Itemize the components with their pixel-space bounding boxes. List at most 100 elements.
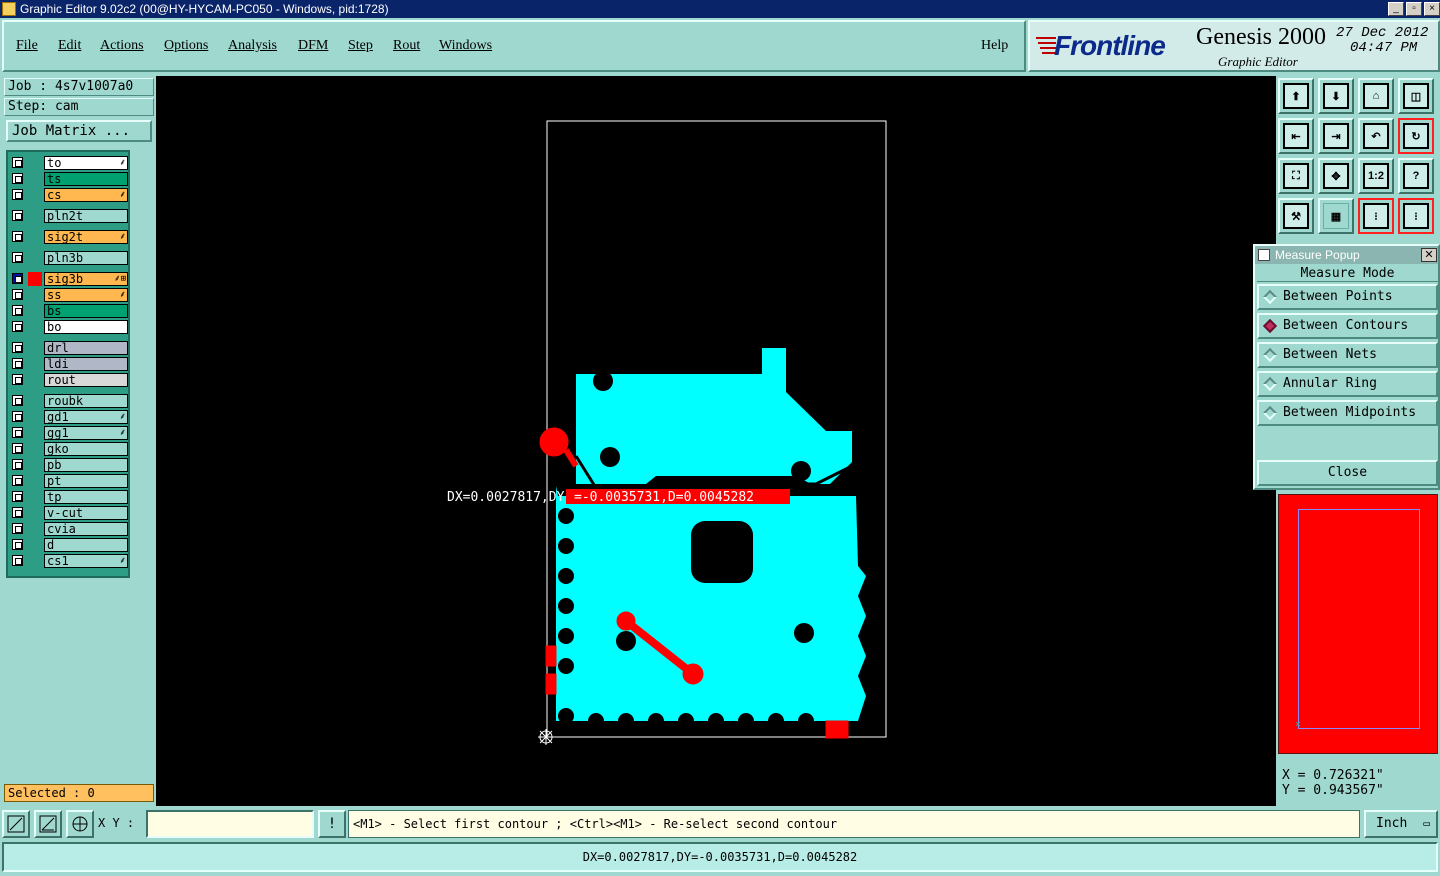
layer-checkbox[interactable] bbox=[12, 157, 23, 168]
exclaim-button[interactable]: ! bbox=[318, 810, 346, 838]
layer-name[interactable]: pln2t bbox=[44, 209, 128, 223]
layer-row[interactable]: ldi bbox=[10, 357, 128, 371]
overview-map[interactable]: × bbox=[1278, 494, 1438, 754]
layer-checkbox[interactable] bbox=[12, 491, 23, 502]
layer-row[interactable]: to ⸙ bbox=[10, 156, 128, 170]
layer-row[interactable]: gko bbox=[10, 442, 128, 456]
measure-option-between-nets[interactable]: Between Nets bbox=[1257, 342, 1438, 368]
split-view-button[interactable]: ◫ bbox=[1398, 78, 1434, 114]
maximize-button[interactable]: ▫ bbox=[1406, 2, 1422, 16]
close-button[interactable]: Close bbox=[1257, 460, 1438, 486]
menu-edit[interactable]: Edit bbox=[58, 38, 81, 54]
layer-row[interactable]: rout bbox=[10, 373, 128, 387]
pan-left-button[interactable]: ⇤ bbox=[1278, 118, 1314, 154]
scale-1to2-button[interactable]: 1:2 bbox=[1358, 158, 1394, 194]
layer-row[interactable]: ts bbox=[10, 172, 128, 186]
layer-name[interactable]: ldi bbox=[44, 357, 128, 371]
layer-row[interactable]: cs ⸙ bbox=[10, 188, 128, 202]
menu-options[interactable]: Options bbox=[164, 38, 208, 54]
measure-option-annular-ring[interactable]: Annular Ring bbox=[1257, 371, 1438, 397]
layer-checkbox[interactable] bbox=[12, 342, 23, 353]
layer-name[interactable]: bs bbox=[44, 304, 128, 318]
layer-name[interactable]: cs1 bbox=[44, 554, 128, 568]
layer-row[interactable]: sig2t ⸙ bbox=[10, 230, 128, 244]
tools-button[interactable]: ⚒ bbox=[1278, 198, 1314, 234]
menu-windows[interactable]: Windows bbox=[439, 38, 492, 54]
layer-checkbox[interactable] bbox=[12, 358, 23, 369]
layer-checkbox[interactable] bbox=[12, 539, 23, 550]
layer-name[interactable]: pb bbox=[44, 458, 128, 472]
menu-analysis[interactable]: Analysis bbox=[228, 38, 277, 54]
layer-checkbox[interactable] bbox=[12, 189, 23, 200]
layer-checkbox[interactable] bbox=[12, 289, 23, 300]
layer-checkbox[interactable] bbox=[12, 523, 23, 534]
layer-checkbox[interactable] bbox=[12, 475, 23, 486]
layers-red-alt-button[interactable]: ⁝ bbox=[1398, 198, 1434, 234]
layer-checkbox[interactable] bbox=[12, 252, 23, 263]
angle-snap-icon[interactable] bbox=[34, 810, 62, 838]
layer-row[interactable]: roubk bbox=[10, 394, 128, 408]
layer-checkbox[interactable] bbox=[12, 459, 23, 470]
layer-row[interactable]: gg1 ⸙ bbox=[10, 426, 128, 440]
measure-option-between-contours[interactable]: Between Contours bbox=[1257, 313, 1438, 339]
measure-option-between-points[interactable]: Between Points bbox=[1257, 284, 1438, 310]
menu-step[interactable]: Step bbox=[348, 38, 373, 54]
layer-row[interactable]: d bbox=[10, 538, 128, 552]
layer-name[interactable]: ts bbox=[44, 172, 128, 186]
layer-name[interactable]: pt bbox=[44, 474, 128, 488]
layer-row[interactable]: cvia bbox=[10, 522, 128, 536]
layer-checkbox[interactable] bbox=[12, 305, 23, 316]
help-button[interactable]: ? bbox=[1398, 158, 1434, 194]
layer-name[interactable]: ss bbox=[44, 288, 128, 302]
layer-row[interactable]: tp bbox=[10, 490, 128, 504]
layer-name[interactable]: gg1 bbox=[44, 426, 128, 440]
layer-checkbox[interactable] bbox=[12, 210, 23, 221]
layer-name[interactable]: gd1 bbox=[44, 410, 128, 424]
layer-row[interactable]: v-cut bbox=[10, 506, 128, 520]
grid-snap-icon[interactable] bbox=[66, 810, 94, 838]
layer-checkbox[interactable] bbox=[12, 555, 23, 566]
layer-row[interactable]: pt bbox=[10, 474, 128, 488]
layer-row[interactable]: ss ⸙ bbox=[10, 288, 128, 302]
grid-button[interactable]: ▦ bbox=[1318, 198, 1354, 234]
xy-input[interactable] bbox=[146, 810, 314, 838]
layer-name[interactable]: rout bbox=[44, 373, 128, 387]
layer-name[interactable]: sig2t bbox=[44, 230, 128, 244]
home-button[interactable]: ⌂ bbox=[1358, 78, 1394, 114]
layer-row[interactable]: bs bbox=[10, 304, 128, 318]
layer-row[interactable]: bo bbox=[10, 320, 128, 334]
layer-row[interactable]: cs1 ⸙ bbox=[10, 554, 128, 568]
pcb-drawing[interactable]: DX=0.0027817,DY =-0.0035731,D=0.0045282 bbox=[156, 76, 1276, 806]
layer-name[interactable]: v-cut bbox=[44, 506, 128, 520]
job-matrix-button[interactable]: Job Matrix ... bbox=[6, 120, 152, 142]
layer-name[interactable]: to bbox=[44, 156, 128, 170]
layer-name[interactable]: cs bbox=[44, 188, 128, 202]
snap-mode-icon[interactable] bbox=[2, 810, 30, 838]
layer-row[interactable]: sig3b ⸙⊞ bbox=[10, 272, 128, 286]
layer-name[interactable]: roubk bbox=[44, 394, 128, 408]
layer-name[interactable]: cvia bbox=[44, 522, 128, 536]
layer-name[interactable]: drl bbox=[44, 341, 128, 355]
fit-button[interactable]: ⛶ bbox=[1278, 158, 1314, 194]
close-window-button[interactable]: × bbox=[1424, 2, 1440, 16]
layer-name[interactable]: bo bbox=[44, 320, 128, 334]
layers-red-button[interactable]: ⁝ bbox=[1358, 198, 1394, 234]
graphic-canvas[interactable]: DX=0.0027817,DY =-0.0035731,D=0.0045282 bbox=[156, 76, 1276, 806]
layer-row[interactable]: pb bbox=[10, 458, 128, 472]
layer-row[interactable]: pln3b bbox=[10, 251, 128, 265]
undo-view-button[interactable]: ↶ bbox=[1358, 118, 1394, 154]
layer-name[interactable]: gko bbox=[44, 442, 128, 456]
measure-option-between-midpoints[interactable]: Between Midpoints bbox=[1257, 400, 1438, 426]
layer-name[interactable]: d bbox=[44, 538, 128, 552]
layer-checkbox[interactable] bbox=[12, 273, 23, 284]
menu-rout[interactable]: Rout bbox=[393, 38, 420, 54]
layer-checkbox[interactable] bbox=[12, 507, 23, 518]
zoom-down-button[interactable]: ⬇ bbox=[1318, 78, 1354, 114]
zoom-up-button[interactable]: ⬆ bbox=[1278, 78, 1314, 114]
layer-row[interactable]: drl bbox=[10, 341, 128, 355]
layer-name[interactable]: pln3b bbox=[44, 251, 128, 265]
popup-close-icon[interactable]: ✕ bbox=[1421, 248, 1437, 262]
unit-selector[interactable]: Inch ▭ bbox=[1364, 810, 1438, 838]
layer-row[interactable]: pln2t bbox=[10, 209, 128, 223]
layer-row[interactable]: gd1 ⸙ bbox=[10, 410, 128, 424]
